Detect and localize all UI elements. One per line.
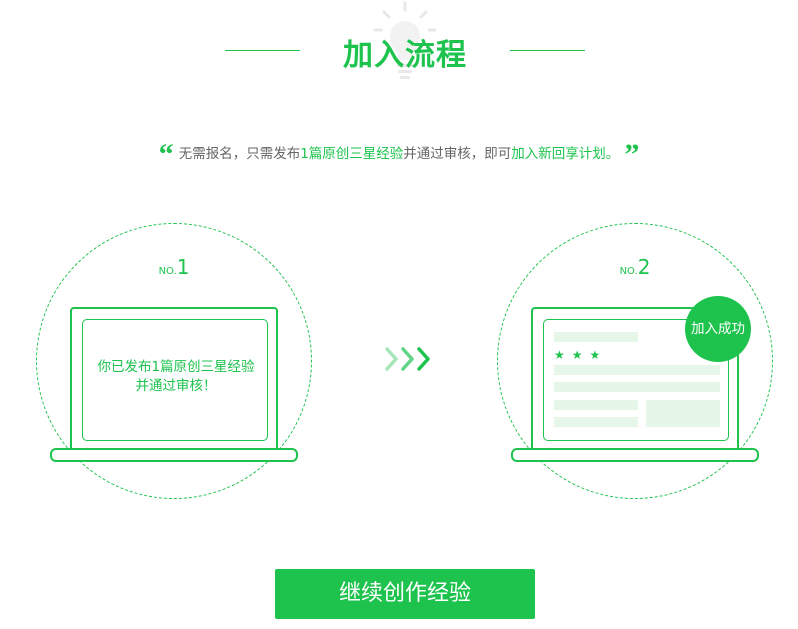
step-message-line: 并通过审核！ — [135, 378, 217, 394]
step-1: NO.1 你已发布1篇原创三星经验 并通过审核！ — [36, 223, 312, 499]
step-number: NO.1 — [36, 255, 312, 279]
step-number-prefix: NO. — [619, 266, 638, 277]
placeholder-bar — [554, 382, 720, 392]
step-number-prefix: NO. — [158, 266, 177, 277]
quote-highlight: 1篇原创三星经验 — [300, 146, 404, 162]
quote-text: 无需报名，只需发布1篇原创三星经验并通过审核，即可加入新回享计划。 — [179, 146, 620, 162]
page-title: 加入流程 — [343, 38, 467, 73]
placeholder-block — [646, 400, 720, 427]
triple-chevron-right-icon — [385, 347, 430, 371]
step-number: NO.2 — [497, 255, 773, 279]
step-2: NO.2 ★★★ 加入成功 — [497, 223, 773, 499]
success-badge: 加入成功 — [685, 296, 751, 362]
laptop-base — [511, 448, 759, 462]
star-rating: ★★★ — [554, 348, 608, 362]
placeholder-bar — [554, 332, 638, 342]
step-number-value: 2 — [637, 255, 651, 279]
quote-text-part: 无需报名，只需发布 — [178, 146, 301, 162]
placeholder-bar — [554, 417, 638, 427]
quote-text-part: 。 — [605, 146, 620, 162]
placeholder-bar — [554, 400, 638, 410]
laptop-display: 你已发布1篇原创三星经验 并通过审核！ — [82, 319, 268, 441]
laptop-base — [50, 448, 298, 462]
quote-text-part: 并通过审核，即可 — [403, 146, 512, 162]
header-divider-right — [510, 50, 585, 51]
intro-quote: “ 无需报名，只需发布1篇原创三星经验并通过审核，即可加入新回享计划。 ” — [0, 138, 798, 172]
header-divider-left — [225, 50, 300, 51]
close-quote-mark: ” — [624, 138, 640, 171]
step-message: 你已发布1篇原创三星经验 并通过审核！ — [83, 358, 269, 396]
continue-writing-button[interactable]: 继续创作经验 — [275, 569, 535, 619]
step-message-line: 你已发布1篇原创三星经验 — [97, 359, 255, 375]
quote-highlight: 加入新回享计划 — [511, 146, 606, 162]
placeholder-bar — [554, 365, 720, 375]
step-number-value: 1 — [176, 255, 190, 279]
laptop-screen: 你已发布1篇原创三星经验 并通过审核！ — [70, 307, 278, 449]
open-quote-mark: “ — [158, 138, 174, 171]
